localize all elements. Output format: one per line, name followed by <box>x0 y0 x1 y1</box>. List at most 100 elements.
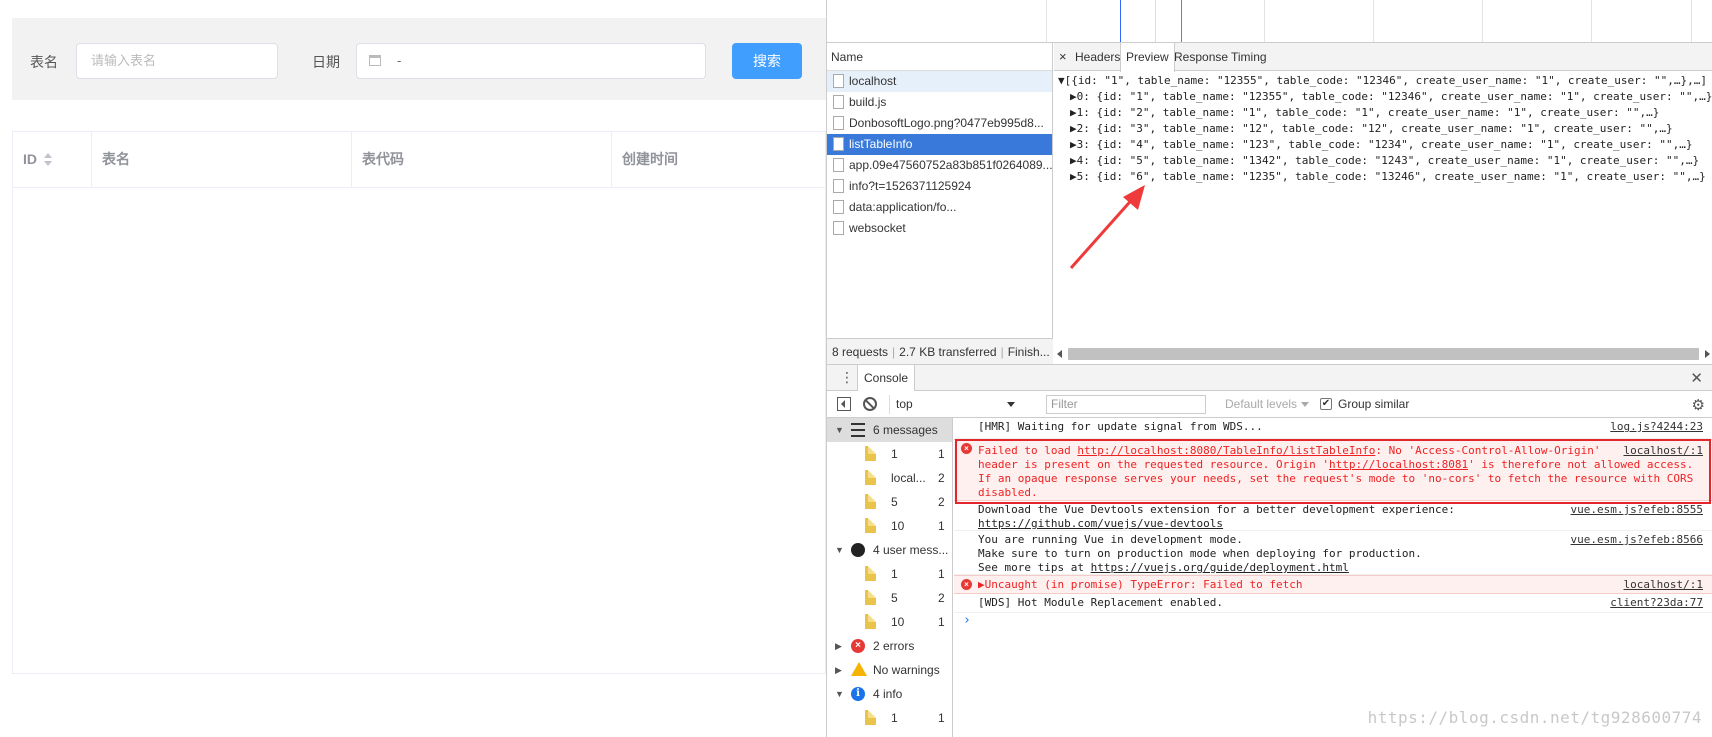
search-button[interactable]: 搜索 <box>732 43 802 79</box>
console-messages: [HMR] Waiting for update signal from WDS… <box>954 418 1712 737</box>
finish-time: Finish... <box>1007 345 1050 359</box>
sidebar-source-item[interactable]: 11 <box>827 562 952 586</box>
screenshot-root: 表名 请输入表名 日期 - 搜索 ID 表名 表代码 创建时间 Name loc… <box>0 0 1712 737</box>
request-row[interactable]: DonbosoftLogo.png?0477eb995d8... <box>827 113 1052 134</box>
sidebar-group-list[interactable]: ▼ 6 messages <box>827 418 952 442</box>
sidebar-source-item[interactable]: 52 <box>827 490 952 514</box>
close-drawer-icon[interactable]: ✕ <box>1690 369 1703 387</box>
sidebar-source-item[interactable]: 11 <box>827 706 952 730</box>
prompt-chevron-icon: › <box>963 613 971 628</box>
sidebar-group-error[interactable]: ▶ × 2 errors <box>827 634 952 658</box>
name-column-header[interactable]: Name <box>827 43 1052 71</box>
message-source-link[interactable]: vue.esm.js?efeb:8566 <box>1571 533 1703 547</box>
request-row[interactable]: build.js <box>827 92 1052 113</box>
message-source-link[interactable]: client?23da:77 <box>1610 596 1703 610</box>
request-row[interactable]: websocket <box>827 218 1052 239</box>
console-message-hmr: [HMR] Waiting for update signal from WDS… <box>954 418 1712 439</box>
context-selector[interactable]: top <box>889 395 1019 414</box>
request-count: 8 requests <box>832 345 889 359</box>
network-request-list: Name localhost build.js DonbosoftLogo.png?… <box>827 43 1053 364</box>
timeline-gridline <box>1482 0 1483 42</box>
request-name: localhost <box>849 74 897 88</box>
transferred-size: 2.7 KB transferred <box>899 345 997 359</box>
horizontal-scrollbar-thumb[interactable] <box>1068 348 1699 360</box>
column-header-id[interactable]: ID <box>13 132 92 187</box>
origin-link[interactable]: http://localhost:8081 <box>1329 458 1468 471</box>
message-source-link[interactable]: log.js?4244:23 <box>1610 420 1703 434</box>
request-row[interactable]: app.09e47560752a83b851f0264089... <box>827 155 1052 176</box>
file-icon <box>865 494 876 509</box>
drawer-menu-icon[interactable]: ⋮ <box>840 369 854 385</box>
sidebar-source-item[interactable]: local... 2 <box>827 466 952 490</box>
app-page: 表名 请输入表名 日期 - 搜索 ID 表名 表代码 创建时间 <box>0 0 826 737</box>
annotation-arrow <box>1069 185 1145 269</box>
scroll-left-icon[interactable] <box>1057 350 1062 358</box>
sort-caret-icon[interactable] <box>43 153 53 167</box>
file-icon <box>865 614 876 629</box>
sidebar-item-label: 5 <box>891 591 898 605</box>
message-source-link[interactable]: localhost/:1 <box>1623 444 1703 458</box>
sidebar-group-info[interactable]: ▼ i 4 info <box>827 682 952 706</box>
show-sidebar-icon[interactable] <box>837 397 851 411</box>
console-filter-input[interactable]: Filter <box>1046 395 1206 414</box>
sidebar-group-warn[interactable]: ▶ No warnings <box>827 658 952 682</box>
timeline-gridline <box>1691 0 1692 42</box>
request-row[interactable]: localhost <box>827 71 1052 92</box>
sidebar-source-item[interactable]: 10 1 <box>827 514 952 538</box>
sidebar-item-label: 1 <box>891 447 898 461</box>
sidebar-item-label: 5 <box>891 495 898 509</box>
message-source-link[interactable]: vue.esm.js?efeb:8555 <box>1571 503 1703 517</box>
deployment-guide-link[interactable]: https://vuejs.org/guide/deployment.html <box>1091 561 1349 574</box>
clear-console-icon[interactable] <box>863 397 877 411</box>
request-name: DonbosoftLogo.png?0477eb995d8... <box>849 116 1044 130</box>
warn-icon <box>851 662 867 676</box>
request-url-link[interactable]: http://localhost:8080/TableInfo/listTabl… <box>1077 444 1375 457</box>
console-prompt[interactable]: › <box>954 613 1712 631</box>
sidebar-item-count: 2 <box>938 591 945 605</box>
group-similar-checkbox[interactable]: ✔ <box>1320 398 1332 410</box>
data-table: ID 表名 表代码 创建时间 <box>12 131 826 674</box>
collapsed-triangle-icon[interactable]: ▶ <box>835 658 842 682</box>
message-source-link[interactable]: localhost/:1 <box>1623 578 1703 592</box>
expanded-triangle-icon[interactable]: ▼ <box>835 418 844 442</box>
file-icon <box>833 221 844 235</box>
file-icon <box>833 74 844 88</box>
expanded-triangle-icon[interactable]: ▼ <box>835 538 844 562</box>
request-row[interactable]: info?t=1526371125924 <box>827 176 1052 197</box>
timeline-gridline <box>1155 0 1156 42</box>
file-icon <box>865 566 876 581</box>
sidebar-item-label: 1 <box>891 567 898 581</box>
file-icon <box>865 590 876 605</box>
file-icon <box>865 470 876 485</box>
expanded-triangle-icon[interactable]: ▼ <box>835 682 844 706</box>
request-row[interactable]: listTableInfo <box>827 134 1052 155</box>
gear-icon[interactable]: ⚙ <box>1692 396 1705 414</box>
devtools-link[interactable]: https://github.com/vuejs/vue-devtools <box>978 517 1705 531</box>
network-timeline <box>827 0 1712 43</box>
sidebar-source-item[interactable]: 52 <box>827 586 952 610</box>
collapsed-triangle-icon[interactable]: ▶ <box>835 634 842 658</box>
sidebar-group-user[interactable]: ▼ 4 user mess... <box>827 538 952 562</box>
column-header-created-time: 创建时间 <box>622 151 678 167</box>
sidebar-source-item[interactable]: 10 1 <box>827 610 952 634</box>
response-preview-panel: × Headers Preview Response Timing ▼[{id:… <box>1054 43 1712 364</box>
table-name-input[interactable]: 请输入表名 <box>76 43 278 79</box>
sidebar-item-count: 1 <box>938 615 945 629</box>
column-header-id-label: ID <box>23 151 37 167</box>
sidebar-source-item[interactable]: 11 <box>827 442 952 466</box>
log-levels-dropdown[interactable]: Default levels <box>1225 395 1310 414</box>
date-range-separator: - <box>397 53 402 68</box>
message-text: Make sure to turn on production mode whe… <box>978 547 1422 560</box>
date-label: 日期 <box>312 54 340 70</box>
tab-console[interactable]: Console <box>857 365 916 391</box>
sidebar-item-count: 1 <box>938 519 945 533</box>
date-range-input[interactable]: - <box>356 43 706 79</box>
request-name: websocket <box>849 221 906 235</box>
cors-line-2: header is present on the requested resou… <box>978 458 1694 471</box>
sidebar-item-label: 6 messages <box>873 423 938 437</box>
scroll-right-icon[interactable] <box>1705 350 1710 358</box>
console-toolbar: top Filter Default levels ✔ Group simila… <box>827 391 1712 418</box>
sidebar-item-count: 2 <box>938 495 945 509</box>
message-text[interactable]: ▶Uncaught (in promise) TypeError: Failed… <box>978 578 1705 592</box>
request-row[interactable]: data:application/fo... <box>827 197 1052 218</box>
